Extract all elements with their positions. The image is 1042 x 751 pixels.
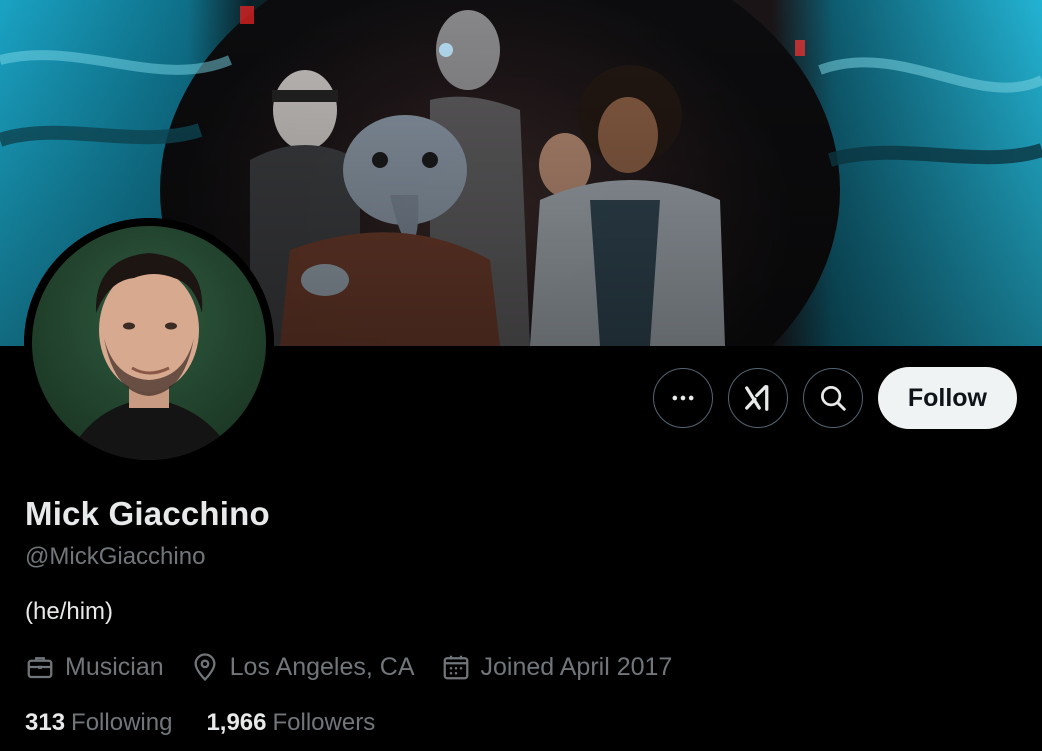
- profile-page: Follow Mick Giacchino @MickGiacchino (he…: [0, 0, 1042, 751]
- profile-meta: Musician Los Angeles, CA Joined April 20…: [25, 652, 698, 682]
- joined-item: Joined April 2017: [441, 652, 673, 682]
- following-label: Following: [71, 709, 173, 736]
- grok-button[interactable]: [727, 368, 788, 428]
- profile-bio: (he/him): [25, 598, 114, 625]
- location-pin-icon: [194, 653, 216, 682]
- search-button[interactable]: [802, 368, 863, 428]
- display-name: Mick Giacchino: [25, 495, 270, 532]
- followers-count: 1,966: [206, 709, 267, 736]
- search-icon: [820, 386, 846, 411]
- following-count: 313: [25, 709, 66, 736]
- followers-label: Followers: [272, 709, 376, 736]
- user-handle: @MickGiacchino: [25, 543, 206, 570]
- follow-button[interactable]: Follow: [877, 367, 1017, 429]
- grok-icon: [744, 385, 769, 411]
- profession-item: Musician: [25, 652, 164, 682]
- more-button[interactable]: [652, 368, 713, 428]
- location-text: Los Angeles, CA: [229, 652, 415, 681]
- more-dots-icon: [672, 395, 694, 401]
- followers-link[interactable]: 1,966 Followers: [206, 709, 375, 737]
- calendar-icon: [443, 655, 468, 680]
- profession-text: Musician: [65, 652, 164, 681]
- briefcase-icon: [27, 657, 53, 679]
- profile-actions: Follow: [652, 367, 1017, 429]
- profile-stats: 313 Following 1,966 Followers: [25, 709, 409, 737]
- profile-avatar[interactable]: [24, 218, 274, 468]
- location-item: Los Angeles, CA: [190, 652, 415, 682]
- following-link[interactable]: 313 Following: [25, 709, 172, 737]
- joined-text: Joined April 2017: [480, 652, 673, 681]
